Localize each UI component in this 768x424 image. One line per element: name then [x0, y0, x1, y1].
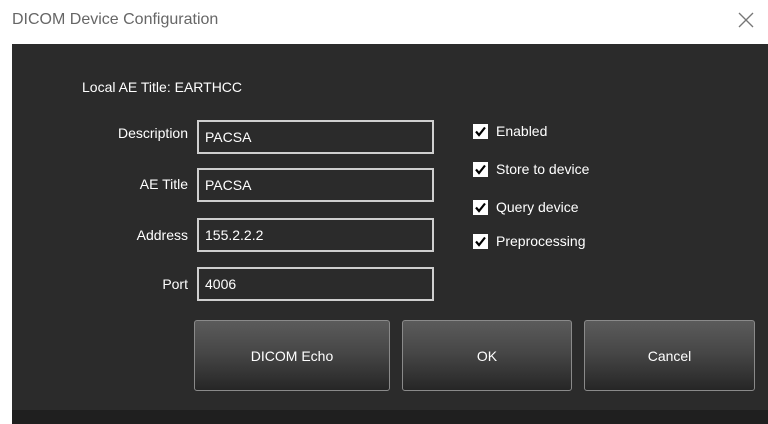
- query-device-label: Query device: [496, 199, 579, 215]
- ae-title-input[interactable]: [197, 168, 434, 202]
- store-to-device-checkbox[interactable]: [473, 162, 488, 177]
- cancel-button[interactable]: Cancel: [584, 320, 755, 391]
- port-label: Port: [162, 276, 188, 292]
- dicom-config-dialog: DICOM Device Configuration Local AE Titl…: [0, 0, 768, 424]
- port-input[interactable]: [197, 267, 434, 301]
- enabled-label: Enabled: [496, 123, 548, 139]
- close-button[interactable]: [722, 0, 768, 40]
- ok-button[interactable]: OK: [402, 320, 572, 391]
- window-title: DICOM Device Configuration: [12, 11, 219, 28]
- preprocessing-label: Preprocessing: [496, 233, 586, 249]
- dicom-echo-button[interactable]: DICOM Echo: [194, 320, 390, 391]
- checkmark-icon: [475, 202, 486, 213]
- store-to-device-label: Store to device: [496, 161, 590, 177]
- checkmark-icon: [475, 236, 486, 247]
- query-device-checkbox[interactable]: [473, 200, 488, 215]
- preprocessing-checkbox[interactable]: [473, 234, 488, 249]
- local-ae-title-label: Local AE Title: EARTHCC: [82, 79, 243, 95]
- close-icon: [738, 12, 754, 28]
- address-input[interactable]: [197, 218, 434, 252]
- checkmark-icon: [475, 126, 486, 137]
- checkmark-icon: [475, 164, 486, 175]
- description-input[interactable]: [197, 120, 434, 154]
- description-label: Description: [117, 125, 188, 141]
- ae-title-label: AE Title: [139, 176, 188, 192]
- dialog-footer-strip: [12, 410, 768, 424]
- address-label: Address: [136, 227, 188, 243]
- enabled-checkbox[interactable]: [473, 124, 488, 139]
- dialog-body: Local AE Title: EARTHCC Description AE T…: [12, 44, 768, 410]
- title-bar: DICOM Device Configuration: [0, 0, 768, 44]
